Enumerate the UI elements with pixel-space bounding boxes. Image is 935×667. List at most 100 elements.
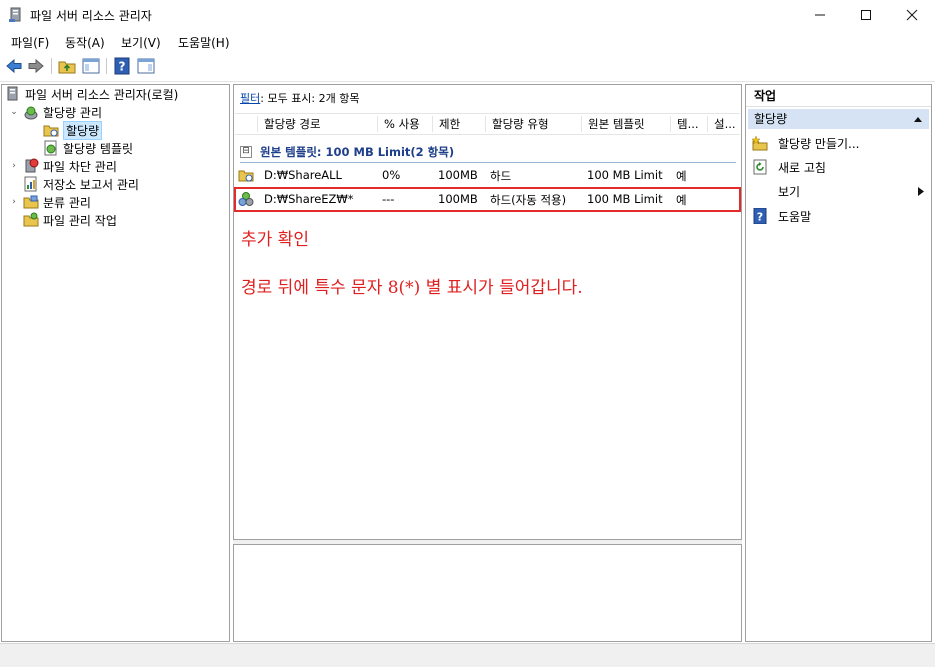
filter-link[interactable]: 필터 xyxy=(240,92,260,105)
tree-label: 파일 차단 관리 xyxy=(43,159,117,174)
tree-label: 할당량 xyxy=(63,120,103,140)
minimize-button[interactable] xyxy=(797,0,843,30)
help-icon: ? xyxy=(753,208,767,224)
classification-icon xyxy=(23,195,39,209)
actions-header: 작업 xyxy=(746,85,931,107)
quota-list: 필터: 모두 표시: 2개 항목 할당량 경로 % 사용 제한 할당량 유형 원… xyxy=(233,84,742,540)
close-button[interactable] xyxy=(889,0,935,30)
action-label: 도움말 xyxy=(778,209,812,224)
svg-text:?: ? xyxy=(757,211,763,224)
cell-quota-type: 하드 xyxy=(490,169,512,183)
back-arrow-icon[interactable] xyxy=(5,57,23,75)
tree-item-file-screening[interactable]: › 파일 차단 관리 xyxy=(9,157,117,175)
menu-action[interactable]: 동작(A) xyxy=(65,34,105,51)
table-row[interactable]: D:₩ShareALL 0% 100MB 하드 100 MB Limit 예 xyxy=(235,164,740,186)
actions-section-label: 할당량 xyxy=(754,112,788,126)
svg-text:?: ? xyxy=(119,60,126,74)
column-header-quota-type[interactable]: 할당량 유형 xyxy=(485,116,582,132)
menu-file[interactable]: 파일(F) xyxy=(11,34,49,51)
tree-label: 분류 관리 xyxy=(43,195,91,210)
column-header-source-template[interactable]: 원본 템플릿 xyxy=(581,116,670,132)
column-header-template-match[interactable]: 템... xyxy=(670,116,703,132)
action-label: 할당량 만들기... xyxy=(778,136,860,151)
submenu-arrow-icon xyxy=(918,187,924,196)
highlight-box xyxy=(234,187,741,212)
forward-arrow-icon[interactable] xyxy=(27,57,45,75)
up-folder-icon[interactable] xyxy=(58,57,76,75)
cell-source-template: 100 MB Limit xyxy=(587,168,663,182)
tree-item-root[interactable]: 파일 서버 리소스 관리자(로컬) xyxy=(5,85,178,103)
toolbar-separator xyxy=(51,58,52,74)
content-pane: 필터: 모두 표시: 2개 항목 할당량 경로 % 사용 제한 할당량 유형 원… xyxy=(233,84,742,642)
tree-item-quota[interactable]: 할당량 xyxy=(43,120,103,140)
menu-view[interactable]: 보기(V) xyxy=(121,34,161,51)
blank-icon xyxy=(752,183,768,199)
list-header: 할당량 경로 % 사용 제한 할당량 유형 원본 템플릿 템... 설... xyxy=(235,113,740,135)
chevron-down-icon[interactable]: ⌄ xyxy=(9,107,19,117)
navigation-tree: 파일 서버 리소스 관리자(로컬) ⌄ 할당량 관리 할당량 할당량 템플릿 ›… xyxy=(1,84,230,642)
quota-folder-icon xyxy=(43,125,59,137)
chevron-right-icon[interactable]: › xyxy=(9,197,19,207)
tree-item-classification[interactable]: › 분류 관리 xyxy=(9,193,91,211)
cell-percent-used: 0% xyxy=(382,168,401,182)
toolbar-separator xyxy=(106,58,107,74)
action-refresh[interactable]: 새로 고침 xyxy=(752,158,826,176)
action-label: 보기 xyxy=(778,184,801,199)
filter-status: : 모두 표시: 2개 항목 xyxy=(260,92,360,105)
server-icon xyxy=(7,86,18,101)
column-header-description[interactable]: 설... xyxy=(707,116,738,132)
cell-template-match: 예 xyxy=(676,169,687,183)
tree-label: 저장소 보고서 관리 xyxy=(43,177,139,192)
file-task-icon xyxy=(23,212,39,227)
column-header-path[interactable]: 할당량 경로 xyxy=(257,116,378,132)
detail-pane xyxy=(233,544,742,642)
annotation-note-1: 추가 확인 xyxy=(241,230,309,250)
create-quota-icon xyxy=(752,135,768,151)
action-help[interactable]: ? 도움말 xyxy=(752,207,811,225)
minimize-icon xyxy=(815,14,825,16)
window-title: 파일 서버 리소스 관리자 xyxy=(30,9,152,23)
filter-bar: 필터: 모두 표시: 2개 항목 xyxy=(240,90,360,106)
action-create-quota[interactable]: 할당량 만들기... xyxy=(752,134,860,152)
show-hide-tree-icon[interactable] xyxy=(82,57,100,75)
chevron-right-icon[interactable]: › xyxy=(9,161,19,171)
tree-item-quota-management[interactable]: ⌄ 할당량 관리 xyxy=(9,103,102,121)
maximize-button[interactable] xyxy=(843,0,889,30)
actions-pane: 작업 할당량 할당량 만들기... 새로 고침 보기 ? 도움말 xyxy=(745,84,932,642)
column-header-limit[interactable]: 제한 xyxy=(432,116,486,132)
folder-quota-icon xyxy=(238,170,254,182)
group-header[interactable]: ⊟ 원본 템플릿: 100 MB Limit(2 항목) xyxy=(240,142,736,163)
close-icon xyxy=(906,9,918,21)
title-bar: 파일 서버 리소스 관리자 xyxy=(0,0,935,30)
quota-template-icon xyxy=(44,140,57,156)
tree-item-quota-templates[interactable]: 할당량 템플릿 xyxy=(43,139,133,157)
toolbar: ? xyxy=(0,52,935,82)
tree-label: 파일 서버 리소스 관리자(로컬) xyxy=(25,87,179,102)
server-app-icon xyxy=(9,7,21,22)
maximize-icon xyxy=(861,10,871,20)
menu-bar: 파일(F) 동작(A) 보기(V) 도움말(H) xyxy=(0,30,935,52)
annotation-note-2: 경로 뒤에 특수 문자 8(*) 별 표시가 들어갑니다. xyxy=(241,278,583,298)
actions-section-quota[interactable]: 할당량 xyxy=(748,109,929,129)
action-label: 새로 고침 xyxy=(778,160,826,175)
column-header-percent-used[interactable]: % 사용 xyxy=(377,116,432,132)
refresh-icon xyxy=(753,159,767,175)
status-bar xyxy=(0,643,935,667)
tree-item-storage-reports[interactable]: 저장소 보고서 관리 xyxy=(23,175,139,193)
show-hide-action-pane-icon[interactable] xyxy=(137,57,155,75)
collapse-up-icon[interactable] xyxy=(913,115,923,123)
cell-path: D:₩ShareALL xyxy=(264,168,342,182)
tree-label: 할당량 템플릿 xyxy=(63,141,134,156)
menu-help[interactable]: 도움말(H) xyxy=(178,34,230,51)
help-icon[interactable]: ? xyxy=(113,57,131,75)
cell-limit: 100MB xyxy=(438,168,478,182)
group-label: 원본 템플릿: 100 MB Limit(2 항목) xyxy=(260,145,455,159)
collapse-toggle-icon[interactable]: ⊟ xyxy=(240,146,252,158)
tree-label: 파일 관리 작업 xyxy=(43,213,117,228)
storage-report-icon xyxy=(24,176,37,192)
tree-item-file-management-tasks[interactable]: 파일 관리 작업 xyxy=(23,211,117,229)
action-view[interactable]: 보기 xyxy=(752,182,924,200)
file-screen-icon xyxy=(25,158,39,173)
quota-management-icon xyxy=(24,106,38,120)
tree-label: 할당량 관리 xyxy=(43,105,103,120)
